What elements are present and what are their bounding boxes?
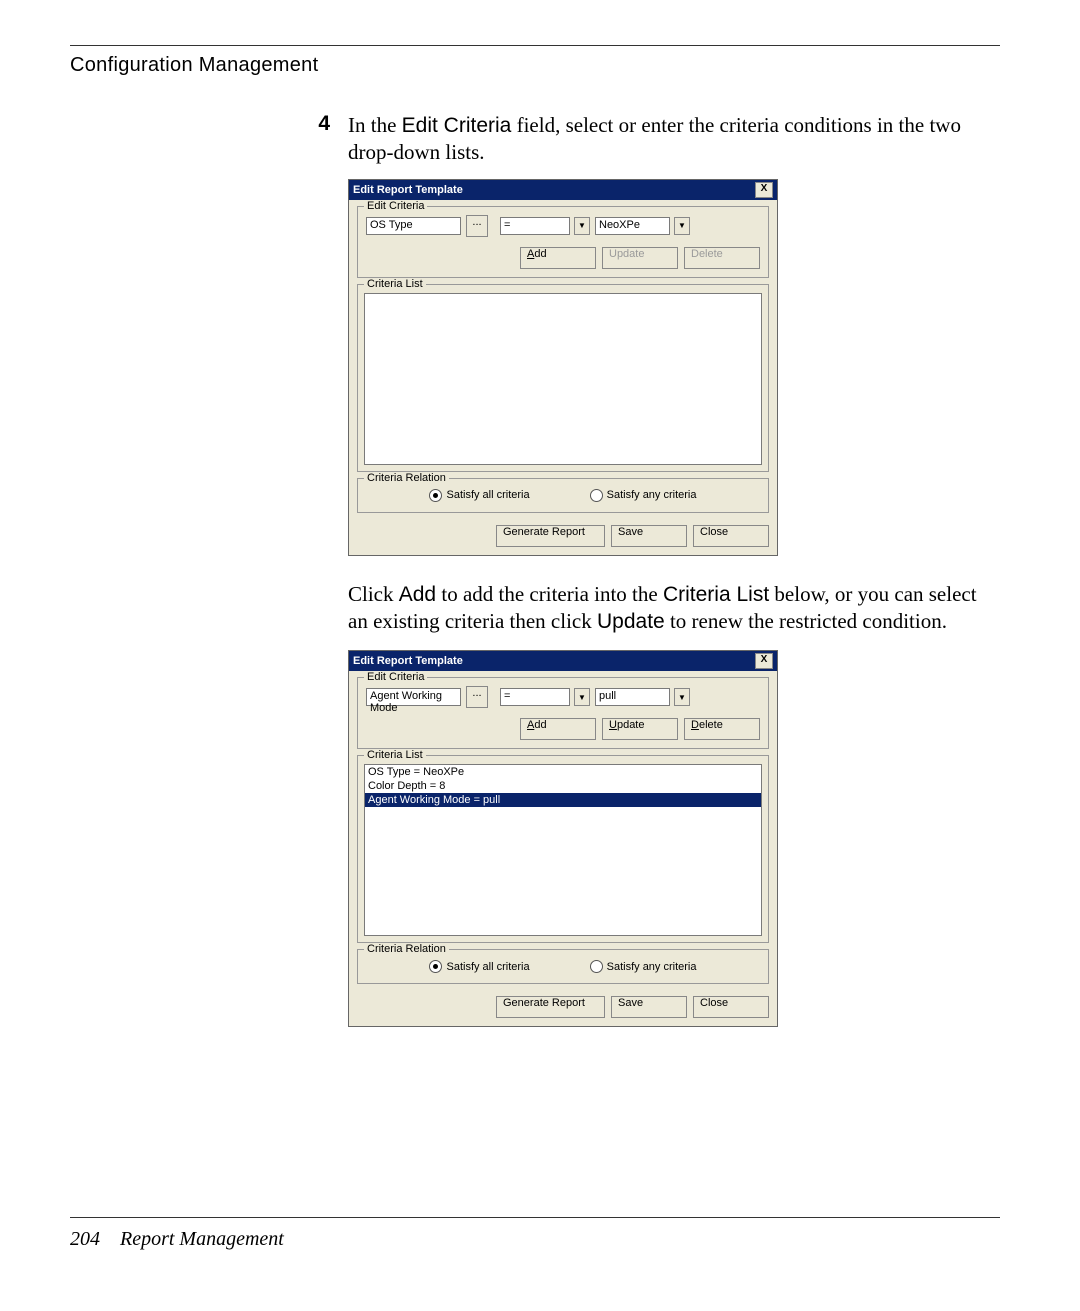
dialog-title: Edit Report Template xyxy=(353,184,463,196)
chevron-down-icon[interactable]: ▼ xyxy=(574,688,590,706)
edit-criteria-fieldset: Edit Criteria Agent Working Mode ... =▼ … xyxy=(357,677,769,749)
footer-text: 204 Report Management xyxy=(70,1228,1000,1251)
criteria-list[interactable] xyxy=(364,293,762,465)
dialog-titlebar: Edit Report Template X xyxy=(349,651,777,671)
add-button[interactable]: Add xyxy=(520,718,596,740)
step-label-editcriteria: Edit Criteria xyxy=(402,114,512,137)
page-number: 204 xyxy=(70,1228,100,1250)
relation-radios: Satisfy all criteria Satisfy any criteri… xyxy=(362,483,764,508)
criteria-relation-fieldset: Criteria Relation Satisfy all criteria S… xyxy=(357,478,769,513)
document-page: Configuration Management 4 In the Edit C… xyxy=(0,0,1080,1311)
browse-button[interactable]: ... xyxy=(466,215,488,237)
relation-radios: Satisfy all criteria Satisfy any criteri… xyxy=(362,954,764,979)
content-column: 4 In the Edit Criteria field, select or … xyxy=(285,112,1000,1027)
radio-icon xyxy=(429,960,442,973)
chevron-down-icon[interactable]: ▼ xyxy=(574,217,590,235)
step-t1: In the xyxy=(348,113,402,137)
browse-button[interactable]: ... xyxy=(466,686,488,708)
edit-criteria-legend: Edit Criteria xyxy=(364,200,427,212)
edit-report-template-dialog-2: Edit Report Template X Edit Criteria Age… xyxy=(348,650,778,1027)
p2-t1: Click xyxy=(348,582,399,606)
radio-icon xyxy=(429,489,442,502)
radio-label: Satisfy all criteria xyxy=(446,961,529,973)
value-dropdown[interactable]: NeoXPe xyxy=(595,217,670,235)
delete-button[interactable]: Delete xyxy=(684,247,760,269)
criteria-relation-fieldset: Criteria Relation Satisfy all criteria S… xyxy=(357,949,769,984)
edit-criteria-fieldset: Edit Criteria OS Type ... =▼ NeoXPe▼ Add… xyxy=(357,206,769,278)
dialog-titlebar: Edit Report Template X xyxy=(349,180,777,200)
list-item[interactable]: OS Type = NeoXPe xyxy=(365,765,761,779)
operator-dropdown[interactable]: = xyxy=(500,688,570,706)
generate-report-button[interactable]: Generate Report xyxy=(496,996,605,1018)
operator-dropdown[interactable]: = xyxy=(500,217,570,235)
radio-satisfy-all[interactable]: Satisfy all criteria xyxy=(429,489,529,502)
p2-label-criterialist: Criteria List xyxy=(663,583,769,606)
criteria-row: OS Type ... =▼ NeoXPe▼ xyxy=(366,215,760,237)
delete-button[interactable]: Delete xyxy=(684,718,760,740)
close-icon[interactable]: X xyxy=(755,182,773,198)
step-text: In the Edit Criteria field, select or en… xyxy=(348,112,1000,167)
criteria-list[interactable]: OS Type = NeoXPe Color Depth = 8 Agent W… xyxy=(364,764,762,936)
footer-rule xyxy=(70,1217,1000,1218)
criteria-list-fieldset: Criteria List xyxy=(357,284,769,472)
chapter-title: Configuration Management xyxy=(70,54,1000,77)
criteria-list-legend: Criteria List xyxy=(364,749,426,761)
generate-report-button[interactable]: Generate Report xyxy=(496,525,605,547)
step-4: 4 In the Edit Criteria field, select or … xyxy=(285,112,1000,167)
p2-label-add: Add xyxy=(399,583,436,606)
radio-satisfy-all[interactable]: Satisfy all criteria xyxy=(429,960,529,973)
close-button[interactable]: Close xyxy=(693,525,769,547)
step-number: 4 xyxy=(285,112,348,136)
radio-icon xyxy=(590,960,603,973)
radio-label: Satisfy all criteria xyxy=(446,489,529,501)
close-icon[interactable]: X xyxy=(755,653,773,669)
dialog-footer-buttons: Generate Report Save Close xyxy=(349,519,777,555)
p2-t4: to renew the restricted condition. xyxy=(665,609,947,633)
save-button[interactable]: Save xyxy=(611,525,687,547)
save-button[interactable]: Save xyxy=(611,996,687,1018)
edit-report-template-dialog-1: Edit Report Template X Edit Criteria OS … xyxy=(348,179,778,556)
radio-label: Satisfy any criteria xyxy=(607,961,697,973)
relation-legend: Criteria Relation xyxy=(364,472,449,484)
update-button[interactable]: Update xyxy=(602,247,678,269)
list-item[interactable]: Agent Working Mode = pull xyxy=(365,793,761,807)
dialog-title: Edit Report Template xyxy=(353,655,463,667)
close-button[interactable]: Close xyxy=(693,996,769,1018)
criteria-buttons: Add Update Delete xyxy=(366,247,760,269)
criteria-list-fieldset: Criteria List OS Type = NeoXPe Color Dep… xyxy=(357,755,769,943)
radio-satisfy-any[interactable]: Satisfy any criteria xyxy=(590,489,697,502)
section-title: Report Management xyxy=(120,1228,284,1250)
radio-icon xyxy=(590,489,603,502)
update-button[interactable]: Update xyxy=(602,718,678,740)
criteria-field-input[interactable]: Agent Working Mode xyxy=(366,688,461,706)
p2-t2: to add the criteria into the xyxy=(436,582,663,606)
radio-satisfy-any[interactable]: Satisfy any criteria xyxy=(590,960,697,973)
criteria-buttons: Add Update Delete xyxy=(366,718,760,740)
dialog-footer-buttons: Generate Report Save Close xyxy=(349,990,777,1026)
header-rule xyxy=(70,45,1000,46)
paragraph-2: Click Add to add the criteria into the C… xyxy=(348,581,980,636)
list-item[interactable]: Color Depth = 8 xyxy=(365,779,761,793)
chevron-down-icon[interactable]: ▼ xyxy=(674,217,690,235)
criteria-list-legend: Criteria List xyxy=(364,278,426,290)
page-footer: 204 Report Management xyxy=(70,1217,1000,1251)
criteria-field-input[interactable]: OS Type xyxy=(366,217,461,235)
criteria-row: Agent Working Mode ... =▼ pull▼ xyxy=(366,686,760,708)
add-button[interactable]: Add xyxy=(520,247,596,269)
radio-label: Satisfy any criteria xyxy=(607,489,697,501)
p2-label-update: Update xyxy=(597,610,665,633)
value-dropdown[interactable]: pull xyxy=(595,688,670,706)
chevron-down-icon[interactable]: ▼ xyxy=(674,688,690,706)
edit-criteria-legend: Edit Criteria xyxy=(364,671,427,683)
relation-legend: Criteria Relation xyxy=(364,943,449,955)
